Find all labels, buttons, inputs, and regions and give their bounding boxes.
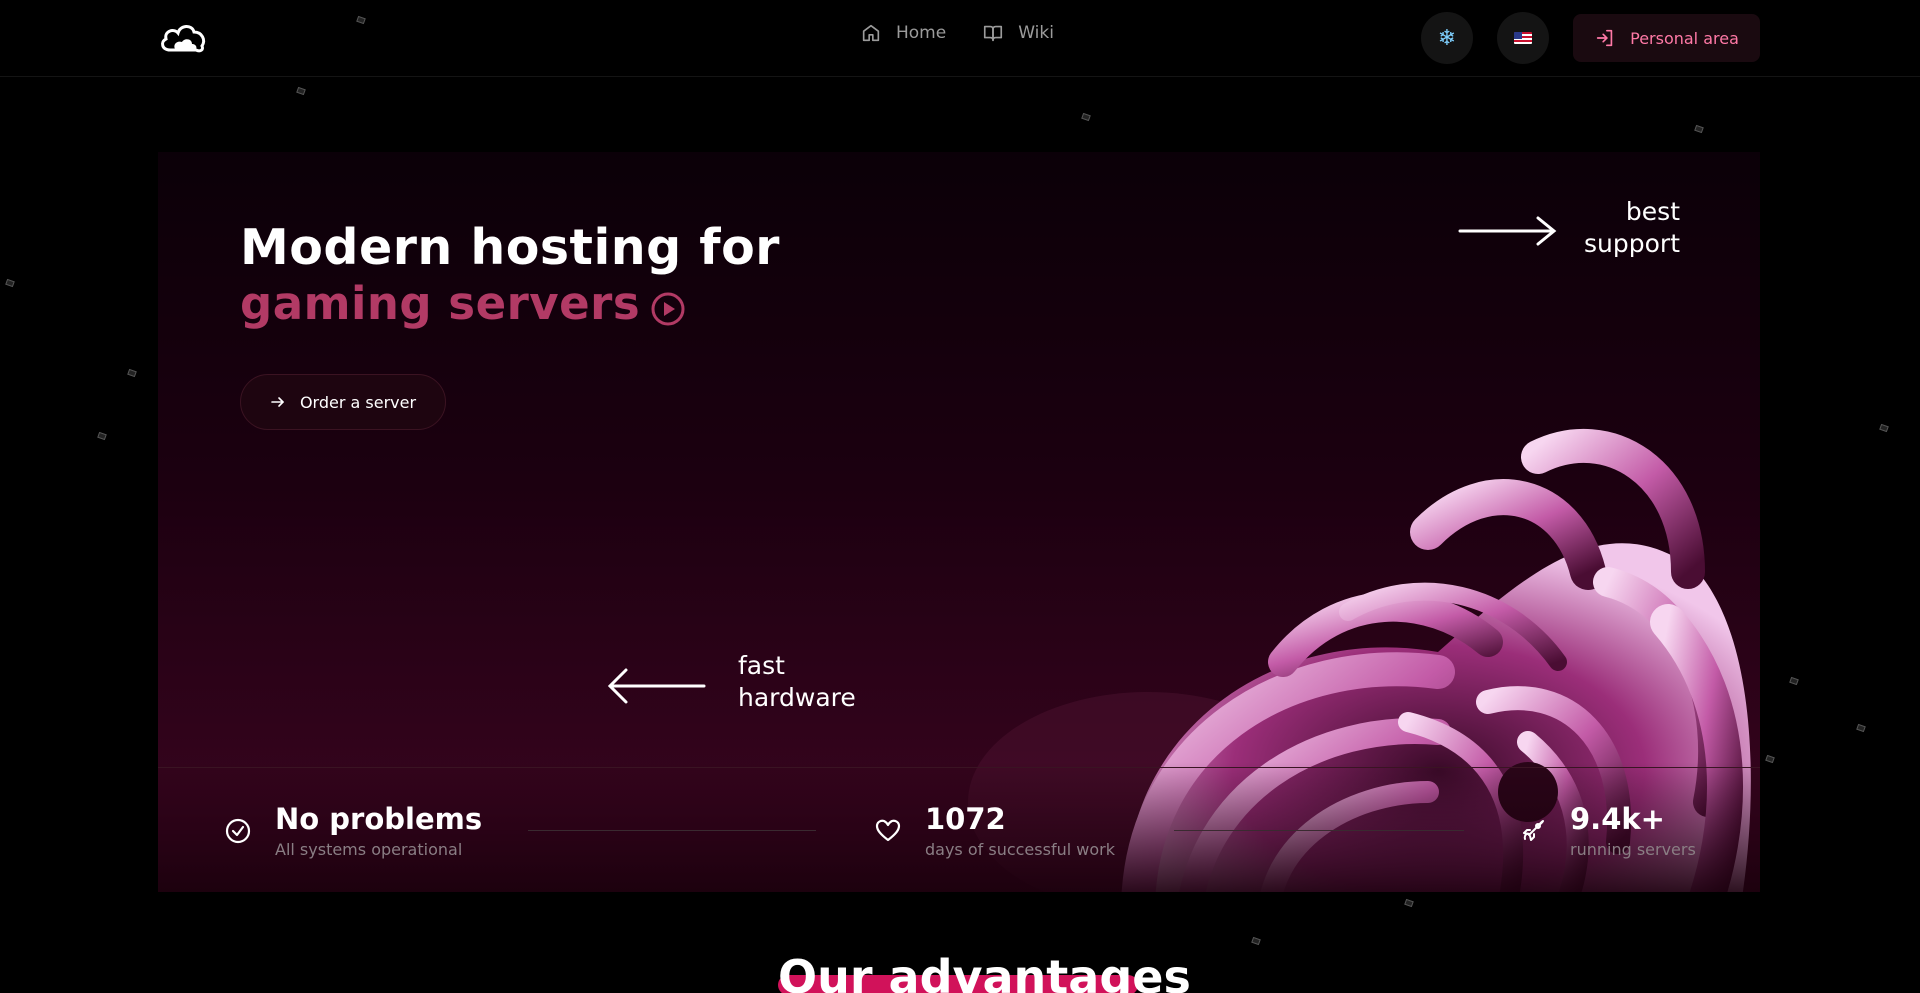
personal-area-button[interactable]: Personal area — [1573, 14, 1760, 62]
header: Home Wiki ❄ Personal area — [0, 0, 1920, 77]
play-icon[interactable] — [649, 290, 687, 328]
check-circle-icon — [225, 818, 251, 843]
stat-servers: 9.4k+ running servers — [1519, 768, 1696, 893]
stat-days-value: 1072 — [925, 802, 1006, 836]
best-support-line1: best — [1625, 197, 1680, 226]
login-icon — [1596, 29, 1613, 47]
long-arrow-left-icon — [607, 668, 706, 704]
snowflake-icon: ❄ — [1437, 25, 1457, 51]
us-flag-icon — [1514, 32, 1532, 44]
rocket-icon — [1523, 819, 1544, 841]
fast-hardware-caption: fast hardware — [738, 650, 856, 714]
stat-servers-label: running servers — [1570, 840, 1696, 859]
order-server-button[interactable]: Order a server — [240, 374, 446, 430]
order-server-label: Order a server — [299, 392, 417, 412]
stat-divider — [1174, 830, 1464, 831]
best-support-caption: best support — [1584, 196, 1680, 260]
heart-icon — [875, 819, 901, 841]
stat-status-label: All systems operational — [275, 840, 463, 859]
language-button[interactable] — [1497, 12, 1549, 64]
book-icon — [984, 25, 1003, 42]
nav-home-label: Home — [896, 23, 947, 43]
stat-days: 1072 days of successful work — [874, 768, 1115, 893]
hero-title-line1: Modern hosting for — [240, 219, 780, 276]
home-icon — [862, 24, 880, 42]
advantages-title: Our advantages — [778, 950, 1191, 993]
best-support-line2: support — [1584, 229, 1680, 258]
personal-area-label: Personal area — [1630, 28, 1739, 48]
main-nav: Home Wiki — [860, 22, 1054, 44]
long-arrow-right-icon — [1458, 216, 1557, 246]
stat-status-value: No problems — [275, 802, 483, 836]
cloud-logo-icon[interactable] — [158, 20, 208, 56]
nav-wiki[interactable]: Wiki — [982, 22, 1054, 44]
stat-divider — [528, 830, 816, 831]
hero-title-line2: gaming servers — [240, 277, 641, 330]
stat-status: No problems All systems operational — [224, 768, 482, 893]
fast-hardware-line1: fast — [738, 651, 785, 680]
stat-days-label: days of successful work — [925, 840, 1115, 859]
theme-toggle-button[interactable]: ❄ — [1421, 12, 1473, 64]
nav-wiki-label: Wiki — [1018, 23, 1054, 43]
stat-servers-value: 9.4k+ — [1570, 802, 1665, 836]
nav-home[interactable]: Home — [860, 22, 946, 44]
fast-hardware-line2: hardware — [738, 683, 856, 712]
arrow-right-icon — [271, 397, 284, 407]
stats-bar: No problems All systems operational 1072… — [158, 767, 1760, 892]
